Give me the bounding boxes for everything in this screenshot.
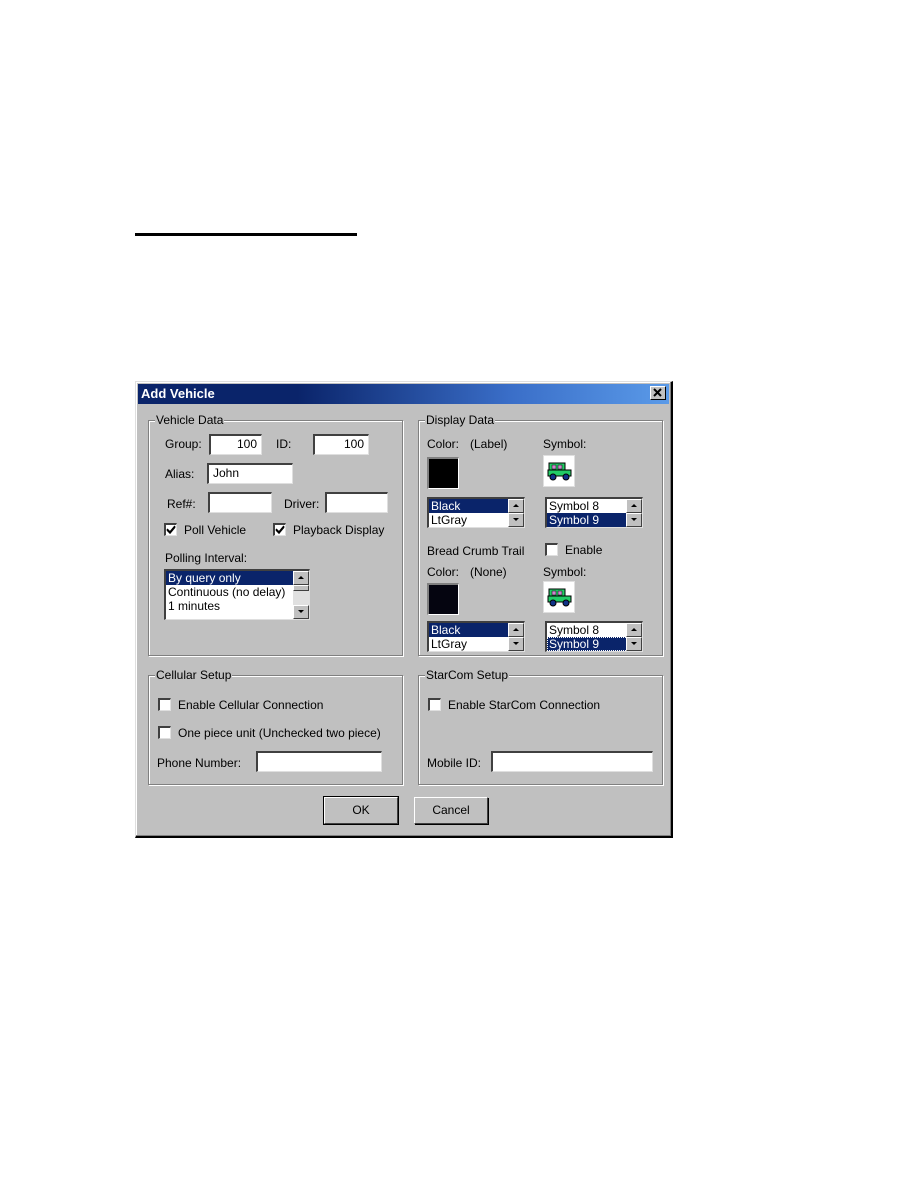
ok-button[interactable]: OK [323, 796, 399, 825]
arrow-up-icon [631, 628, 637, 631]
enable-label: Enable [565, 543, 603, 557]
checkmark-icon [166, 525, 176, 535]
arrow-down-icon [298, 610, 304, 613]
polling-option[interactable]: By query only [166, 571, 309, 585]
scroll-up-button[interactable] [508, 499, 524, 513]
poll-vehicle-label: Poll Vehicle [184, 523, 247, 537]
checkmark-icon [275, 525, 285, 535]
arrow-up-icon [513, 504, 519, 507]
ref-input[interactable] [208, 492, 272, 513]
trail-color-swatch[interactable] [427, 583, 459, 615]
arrow-down-icon [513, 518, 519, 521]
scroll-up-button[interactable] [508, 623, 524, 637]
arrow-up-icon [631, 504, 637, 507]
starcom-setup-group: StarCom Setup Enable StarCom Connection … [418, 668, 663, 785]
ref-label: Ref#: [167, 497, 196, 511]
one-piece-label: One piece unit (Unchecked two piece) [178, 726, 381, 740]
color-label: Color: [427, 437, 460, 451]
trail-color-scrollbar[interactable] [508, 623, 524, 651]
trail-color-list[interactable]: Black LtGray [427, 621, 525, 652]
green-jeep-icon [547, 462, 572, 481]
arrow-down-icon [631, 518, 637, 521]
scroll-down-button[interactable] [508, 637, 524, 651]
symbol-preview[interactable] [543, 455, 575, 487]
scroll-up-button[interactable] [626, 499, 642, 513]
dialog-title: Add Vehicle [141, 386, 215, 401]
phone-number-input[interactable] [256, 751, 382, 772]
phone-number-label: Phone Number: [157, 756, 242, 770]
bread-crumb-enable-checkbox[interactable] [545, 543, 558, 556]
scroll-down-button[interactable] [508, 513, 524, 527]
one-piece-checkbox[interactable] [158, 726, 171, 739]
close-icon [653, 388, 662, 397]
alias-label: Alias: [165, 467, 195, 481]
close-button[interactable] [650, 386, 666, 400]
polling-scrollbar[interactable] [293, 571, 309, 619]
scroll-thumb[interactable] [293, 585, 309, 591]
scroll-down-button[interactable] [626, 637, 642, 651]
enable-starcom-label: Enable StarCom Connection [448, 698, 601, 712]
playback-display-label: Playback Display [293, 523, 385, 537]
green-jeep-icon [547, 588, 572, 607]
symbol-list[interactable]: Symbol 8 Symbol 9 [545, 497, 643, 528]
polling-option[interactable]: 1 minutes [166, 599, 309, 613]
trail-symbol-label: Symbol: [543, 565, 587, 579]
enable-starcom-checkbox[interactable] [428, 698, 441, 711]
color-note: (Label) [470, 437, 508, 451]
symbol-label: Symbol: [543, 437, 587, 451]
cellular-setup-group: Cellular Setup Enable Cellular Connectio… [148, 668, 403, 785]
trail-symbol-list[interactable]: Symbol 8 Symbol 9 [545, 621, 643, 652]
starcom-setup-label: StarCom Setup [425, 668, 510, 682]
vehicle-data-group: Vehicle Data Group: 100 ID: 100 Alias: J… [148, 413, 403, 656]
trail-color-label: Color: [427, 565, 460, 579]
group-input[interactable]: 100 [209, 434, 262, 455]
heading-underline [135, 233, 357, 236]
playback-display-checkbox[interactable] [273, 523, 286, 536]
label-color-swatch[interactable] [427, 457, 459, 489]
scroll-up-button[interactable] [293, 571, 309, 585]
driver-input[interactable] [325, 492, 388, 513]
id-input[interactable]: 100 [313, 434, 369, 455]
alias-input[interactable]: John [207, 463, 293, 484]
trail-symbol-preview[interactable] [543, 581, 575, 613]
arrow-up-icon [513, 628, 519, 631]
arrow-down-icon [631, 642, 637, 645]
mobile-id-label: Mobile ID: [427, 756, 482, 770]
mobile-id-input[interactable] [491, 751, 653, 772]
group-label: Group: [165, 437, 202, 451]
scroll-down-button[interactable] [293, 605, 309, 619]
label-color-list[interactable]: Black LtGray [427, 497, 525, 528]
display-data-label: Display Data [425, 413, 496, 427]
symbol-scrollbar[interactable] [626, 499, 642, 527]
arrow-up-icon [298, 576, 304, 579]
vehicle-data-label: Vehicle Data [155, 413, 225, 427]
color-scrollbar[interactable] [508, 499, 524, 527]
enable-cellular-label: Enable Cellular Connection [178, 698, 324, 712]
trail-color-note: (None) [470, 565, 507, 579]
polling-interval-list[interactable]: By query only Continuous (no delay) 1 mi… [164, 569, 310, 620]
add-vehicle-dialog: Add Vehicle Vehicle Data Group: 100 ID: … [135, 381, 673, 838]
polling-interval-label: Polling Interval: [165, 551, 248, 565]
id-label: ID: [276, 437, 292, 451]
display-data-group: Display Data Color: (Label) Symbol: Blac… [418, 413, 663, 656]
cellular-setup-label: Cellular Setup [155, 668, 233, 682]
arrow-down-icon [513, 642, 519, 645]
bread-crumb-label: Bread Crumb Trail [427, 544, 525, 558]
scroll-up-button[interactable] [626, 623, 642, 637]
title-bar[interactable]: Add Vehicle [138, 384, 669, 404]
cancel-button[interactable]: Cancel [414, 797, 488, 824]
scroll-down-button[interactable] [626, 513, 642, 527]
trail-symbol-scrollbar[interactable] [626, 623, 642, 651]
poll-vehicle-checkbox[interactable] [164, 523, 177, 536]
polling-option[interactable]: Continuous (no delay) [166, 585, 309, 599]
driver-label: Driver: [284, 497, 320, 511]
enable-cellular-checkbox[interactable] [158, 698, 171, 711]
